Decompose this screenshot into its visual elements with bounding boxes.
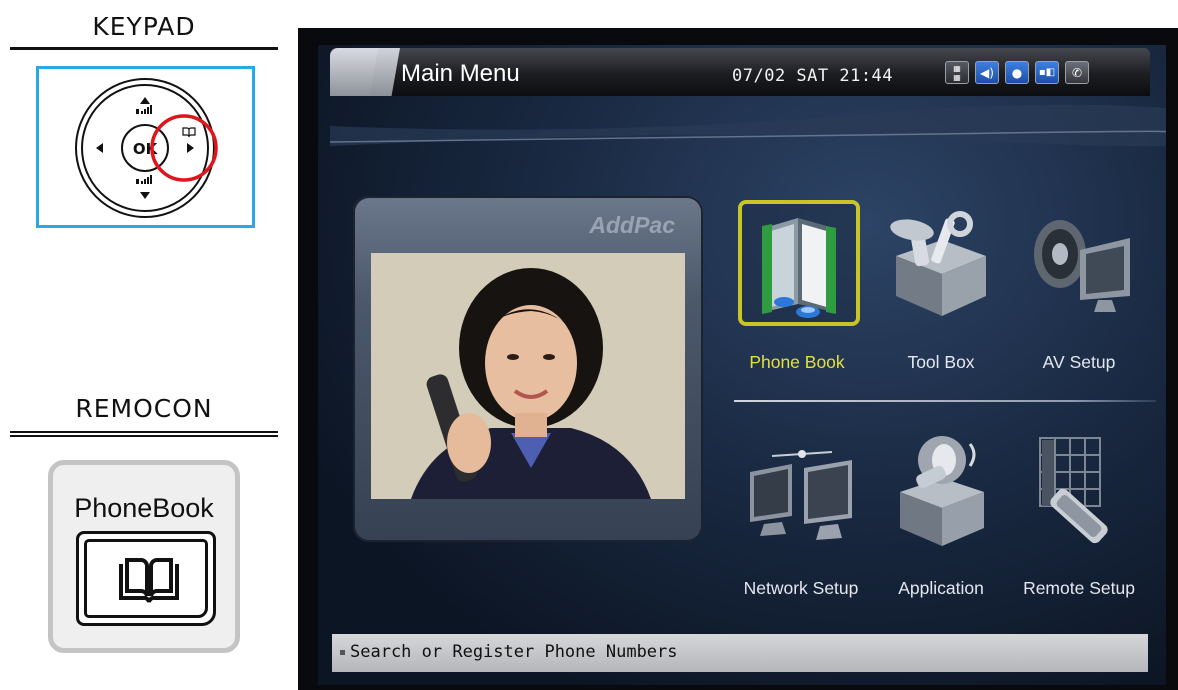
book-icon: [119, 558, 179, 603]
phone-icon: ✆: [1065, 61, 1089, 84]
speaker-icon: ◀): [975, 61, 999, 84]
menu-item-remote-setup[interactable]: Remote Setup: [1014, 426, 1144, 598]
status-message: Search or Register Phone Numbers: [350, 642, 678, 662]
menu-item-network-setup[interactable]: Network Setup: [736, 426, 866, 598]
video-caller-image: [371, 253, 685, 499]
remocon-heading-rule: [10, 431, 278, 437]
device-screen: Main Menu 07/02 SAT 21:44 ▦ ▦ ◀) ● ▪◧ ✆ A…: [298, 28, 1178, 690]
video-feed: [371, 253, 685, 499]
keypad-ok-key[interactable]: OK: [121, 124, 169, 172]
remote-setup-icon: [1020, 426, 1142, 552]
phone-book-icon: [738, 200, 860, 326]
header-swoosh: [329, 104, 1166, 147]
user-icon: ●: [1005, 61, 1029, 84]
menu-item-application[interactable]: Application: [876, 426, 1006, 598]
tool-box-icon: [882, 200, 1004, 326]
keypad-heading-rule: [10, 47, 278, 50]
menu-item-av-setup[interactable]: AV Setup: [1014, 200, 1144, 372]
video-panel: AddPac: [353, 196, 703, 542]
remote-phonebook-button[interactable]: PhoneBook: [48, 460, 240, 653]
page-title: Main Menu: [401, 60, 520, 87]
menu-item-tool-box[interactable]: Tool Box: [876, 200, 1006, 372]
menu-divider: [734, 400, 1156, 402]
status-bar: Search or Register Phone Numbers: [332, 634, 1148, 672]
keypad-ok-label: OK: [133, 140, 159, 158]
dnd-icon: ▦ ▦: [945, 61, 969, 84]
menu-label-remote-setup: Remote Setup: [1023, 578, 1135, 598]
av-setup-icon: [1020, 200, 1142, 326]
brand-logo: AddPac: [589, 212, 675, 238]
application-icon: [882, 426, 1004, 552]
remocon-heading: REMOCON: [75, 394, 213, 423]
remote-key[interactable]: [76, 531, 216, 626]
keypad-heading: KEYPAD: [92, 12, 196, 41]
network-icon: ▪◧: [1035, 61, 1059, 84]
menu-item-phone-book[interactable]: Phone Book: [732, 200, 862, 372]
keypad-diagram: OK: [36, 66, 255, 228]
menu-label-av-setup: AV Setup: [1042, 352, 1116, 372]
datetime: 07/02 SAT 21:44: [732, 66, 894, 86]
bullet-icon: [340, 650, 345, 655]
network-setup-icon: [742, 426, 864, 552]
remote-phonebook-label: PhoneBook: [74, 493, 214, 523]
